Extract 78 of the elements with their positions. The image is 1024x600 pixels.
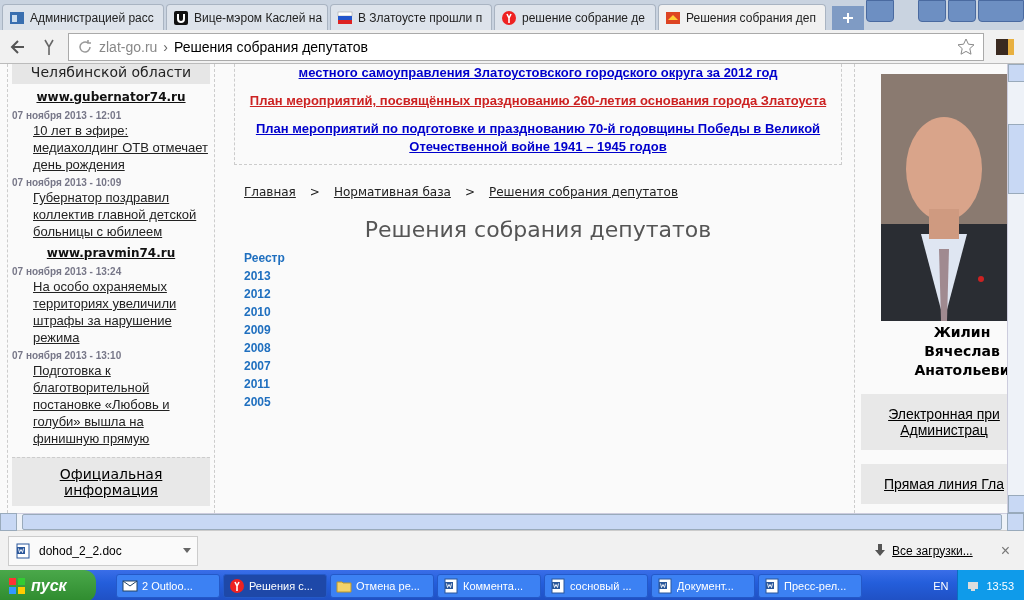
news-link[interactable]: 10 лет в эфире: медиахолдинг ОТВ отмечает день рождения <box>33 122 212 173</box>
browser-tab[interactable]: Решения собрания деп <box>658 4 826 30</box>
sidebar-link[interactable]: Прямая линия Гла <box>861 464 1007 504</box>
browser-tab[interactable]: Вице-мэром Каслей на <box>166 4 328 30</box>
person-name: Жилин <box>932 323 992 342</box>
close-button[interactable]: × <box>994 540 1016 561</box>
url-domain: zlat-go.ru <box>99 38 158 55</box>
news-date: 07 ноября 2013 - 13:10 <box>12 350 123 361</box>
u-letter-icon <box>173 9 189 26</box>
breadcrumb-link[interactable]: Главная <box>244 185 296 199</box>
word-document-icon <box>15 542 31 559</box>
word-document-icon <box>550 578 566 594</box>
download-item[interactable]: dohod_2_2.doc <box>8 535 198 566</box>
folder-icon <box>336 578 352 594</box>
year-link[interactable]: 2008 <box>244 341 271 355</box>
network-icon[interactable] <box>966 579 981 593</box>
taskbar-button[interactable]: Отмена ре... <box>330 574 434 598</box>
scrollbar-thumb[interactable] <box>1008 123 1024 194</box>
download-icon <box>874 543 887 558</box>
address-field[interactable]: zlat-go.ru › Решения собрания депутатов <box>68 32 984 61</box>
featured-link[interactable]: План мероприятий, посвящённых празднованию 260-летия основания города Златоуста <box>243 92 833 110</box>
clock: 13:53 <box>986 580 1014 592</box>
year-link[interactable]: 2012 <box>244 287 271 301</box>
yandex-icon <box>501 9 517 26</box>
year-link[interactable]: 2013 <box>244 269 271 283</box>
official-info-link[interactable]: Официальная информация <box>12 457 210 506</box>
year-link[interactable]: 2009 <box>244 323 271 337</box>
taskbar-button[interactable]: сосновый ... <box>544 574 648 598</box>
page-title: Решения собрания депутатов <box>174 38 368 55</box>
document-icon <box>9 9 25 26</box>
person-name: Вячеслав <box>923 342 1001 361</box>
word-document-icon <box>764 578 780 594</box>
year-link[interactable]: 2007 <box>244 359 271 373</box>
news-date: 07 ноября 2013 - 12:01 <box>12 110 123 121</box>
url-separator: › <box>163 38 169 55</box>
news-link[interactable]: Губернатор поздравил коллектив главной детской больницы с юбилеем <box>33 189 212 240</box>
new-tab-icon[interactable] <box>832 6 864 30</box>
taskbar-button[interactable]: Решения с... <box>223 574 327 598</box>
reload-icon[interactable] <box>77 38 93 55</box>
sidebar-link[interactable]: Электронная при Администрац <box>861 394 1007 450</box>
year-link[interactable]: 2010 <box>244 305 271 319</box>
crest-icon <box>665 9 681 26</box>
news-date: 07 ноября 2013 - 13:24 <box>12 266 123 277</box>
year-link[interactable]: Реестр <box>244 251 285 265</box>
site-link[interactable]: www.pravmin74.ru <box>8 246 214 260</box>
news-link[interactable]: Подготовка к благотворительной постановке «Любовь и голуби» вышла на финишную прямую <box>33 362 212 447</box>
featured-link[interactable]: местного самоуправления Златоустовского городского округа за 2012 год <box>243 64 833 82</box>
featured-link[interactable]: План мероприятий по подготовке и празднованию 70-й годовщины Победы в Великой Отечественной войне 1941 – 1945 годов <box>243 120 833 156</box>
taskbar-button[interactable]: Документ... <box>651 574 755 598</box>
breadcrumb-link[interactable]: Нормативная база <box>333 185 451 199</box>
caret-icon[interactable] <box>183 548 191 553</box>
breadcrumb-link[interactable]: Решения собрания депутатов <box>488 185 678 199</box>
flag-icon <box>337 9 353 26</box>
breadcrumb-separator: > <box>464 185 475 199</box>
news-date: 07 ноября 2013 - 10:09 <box>12 177 123 188</box>
news-link[interactable]: На особо охраняемых территориях увеличили штрафы за нарушение режима <box>33 278 212 346</box>
sidebar-heading: Челябинской области <box>12 64 210 84</box>
taskbar-button[interactable]: 2 Outloo... <box>116 574 220 598</box>
envelope-icon <box>122 578 138 594</box>
year-link[interactable]: 2005 <box>244 395 271 409</box>
browser-tab[interactable]: решение собрание де <box>494 4 656 30</box>
year-link[interactable]: 2011 <box>244 377 271 391</box>
site-link[interactable]: www.gubernator74.ru <box>8 90 214 104</box>
page-heading: Решения собрания депутатов <box>363 217 713 242</box>
taskbar-button[interactable]: Пресс-рел... <box>758 574 862 598</box>
yandex-icon <box>229 578 245 594</box>
all-downloads-link[interactable]: Все загрузки... <box>892 543 973 558</box>
scrollbar-thumb[interactable] <box>22 514 1002 530</box>
bookmark-star-icon[interactable] <box>957 37 975 56</box>
language-indicator[interactable]: EN <box>933 580 949 592</box>
taskbar-button[interactable]: Коммента... <box>437 574 541 598</box>
browser-tab[interactable]: В Златоусте прошли п <box>330 4 492 30</box>
windows-logo-icon <box>8 577 26 595</box>
word-document-icon <box>443 578 459 594</box>
breadcrumb-separator: > <box>309 185 320 199</box>
word-document-icon <box>657 578 673 594</box>
start-button[interactable]: пуск <box>0 570 96 600</box>
browser-tab[interactable]: Администрацией расс <box>2 4 164 30</box>
